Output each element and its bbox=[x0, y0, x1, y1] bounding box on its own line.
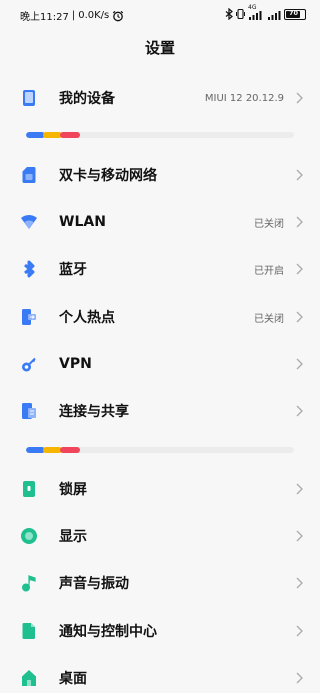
chevron-right-icon bbox=[294, 529, 304, 543]
settings-row-wlan[interactable]: WLAN 已关闭 bbox=[0, 202, 320, 242]
row-label: 通知与控制中心 bbox=[59, 624, 157, 640]
vpn-key-icon bbox=[20, 355, 38, 373]
section-divider bbox=[26, 447, 294, 453]
row-value: 已关闭 bbox=[254, 313, 284, 325]
chevron-right-icon bbox=[294, 168, 304, 182]
row-label: 双卡与移动网络 bbox=[59, 168, 157, 184]
settings-row-sound[interactable]: 声音与振动 bbox=[0, 563, 320, 603]
page-title: 设置 bbox=[144, 39, 175, 57]
music-note-icon bbox=[20, 574, 38, 592]
sim-card-icon bbox=[20, 166, 38, 184]
status-bar: 晚上11:27 | 0.0K/s 4G 70 bbox=[0, 0, 320, 28]
signal-icon bbox=[249, 11, 262, 20]
phone-icon bbox=[20, 89, 38, 107]
settings-row-hotspot[interactable]: 个人热点 已关闭 bbox=[0, 297, 320, 337]
row-value: 已开启 bbox=[254, 265, 284, 277]
chevron-right-icon bbox=[294, 624, 304, 638]
signal-4g-group: 4G bbox=[248, 4, 264, 20]
row-label: WLAN bbox=[59, 214, 106, 230]
row-label: 声音与振动 bbox=[59, 576, 129, 592]
row-label: VPN bbox=[59, 356, 92, 372]
hotspot-icon bbox=[20, 308, 38, 326]
connection-sharing-icon bbox=[20, 402, 38, 420]
status-time: 晚上11:27 bbox=[20, 12, 69, 23]
divider-segment-red bbox=[60, 447, 80, 453]
settings-row-vpn[interactable]: VPN bbox=[0, 344, 320, 384]
wifi-icon bbox=[20, 213, 38, 231]
home-icon bbox=[20, 669, 38, 687]
row-value: MIUI 12 20.12.9 bbox=[204, 92, 284, 104]
status-separator: | bbox=[71, 10, 76, 21]
chevron-right-icon bbox=[294, 482, 304, 496]
section-divider bbox=[26, 132, 294, 138]
alarm-clock-icon bbox=[113, 10, 124, 21]
settings-row-display[interactable]: 显示 bbox=[0, 516, 320, 556]
chevron-right-icon bbox=[294, 404, 304, 418]
battery-level-text: 70 bbox=[289, 8, 299, 17]
status-bar-left: 晚上11:27 | 0.0K/s bbox=[20, 8, 124, 23]
divider-segment-red bbox=[60, 132, 80, 138]
row-label: 蓝牙 bbox=[59, 262, 87, 278]
bluetooth-status-icon bbox=[225, 8, 233, 20]
signal-secondary-icon bbox=[268, 11, 281, 20]
row-label: 桌面 bbox=[59, 671, 87, 687]
chevron-right-icon bbox=[294, 310, 304, 324]
row-label: 连接与共享 bbox=[59, 404, 129, 420]
settings-row-notifications[interactable]: 通知与控制中心 bbox=[0, 611, 320, 651]
status-network-speed: 0.0K/s bbox=[78, 10, 110, 21]
vibrate-icon bbox=[236, 8, 245, 20]
settings-row-home-screen[interactable]: 桌面 bbox=[0, 658, 320, 693]
chevron-right-icon bbox=[294, 671, 304, 685]
settings-row-lock-screen[interactable]: 锁屏 bbox=[0, 469, 320, 509]
lock-screen-icon bbox=[20, 480, 38, 498]
row-label: 显示 bbox=[59, 529, 87, 545]
status-bar-right: 4G 70 bbox=[225, 4, 306, 20]
row-label: 我的设备 bbox=[59, 91, 115, 107]
settings-row-my-device[interactable]: 我的设备 MIUI 12 20.12.9 bbox=[0, 78, 320, 118]
chevron-right-icon bbox=[294, 576, 304, 590]
chevron-right-icon bbox=[294, 262, 304, 276]
bluetooth-icon bbox=[20, 260, 38, 278]
display-icon bbox=[20, 527, 38, 545]
chevron-right-icon bbox=[294, 91, 304, 105]
settings-row-dual-sim[interactable]: 双卡与移动网络 bbox=[0, 155, 320, 195]
settings-row-connection-sharing[interactable]: 连接与共享 bbox=[0, 391, 320, 431]
row-label: 锁屏 bbox=[59, 482, 87, 498]
chevron-right-icon bbox=[294, 215, 304, 229]
row-value: 已关闭 bbox=[254, 218, 284, 230]
notification-icon bbox=[20, 622, 38, 640]
battery-icon: 70 bbox=[284, 8, 306, 20]
chevron-right-icon bbox=[294, 357, 304, 371]
settings-row-bluetooth[interactable]: 蓝牙 已开启 bbox=[0, 249, 320, 289]
row-label: 个人热点 bbox=[59, 310, 115, 326]
